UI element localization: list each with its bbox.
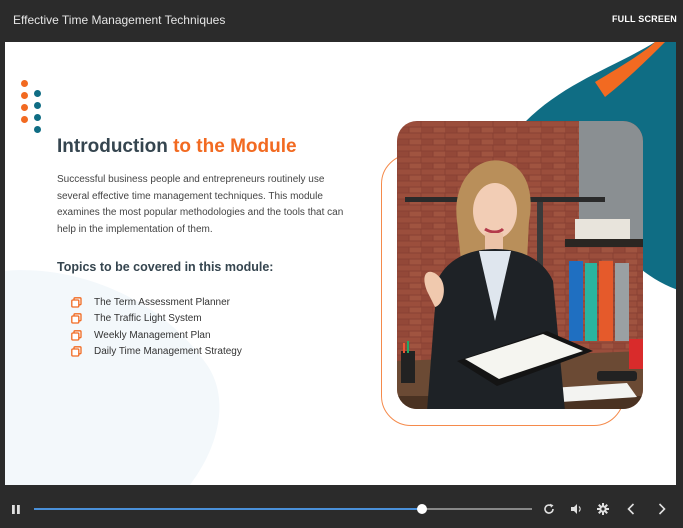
copy-icon [71, 346, 82, 357]
topic-label: The Traffic Light System [94, 313, 202, 325]
replay-icon[interactable] [543, 502, 555, 520]
list-item: The Term Assessment Planner [71, 294, 242, 311]
copy-icon [71, 296, 82, 308]
full-screen-button[interactable]: FULL SCREEN [612, 14, 677, 24]
topic-label: Weekly Management Plan [94, 329, 211, 341]
woman-reading-folder-photo [397, 121, 643, 409]
heading-main: Introduction [57, 136, 168, 157]
progress-scrubber[interactable] [34, 504, 532, 514]
topics-list: The Term Assessment Planner The Traffic … [71, 294, 242, 360]
list-item: Weekly Management Plan [71, 327, 242, 344]
intro-paragraph: Successful business people and entrepren… [57, 174, 344, 235]
gear-icon[interactable] [597, 502, 609, 520]
pause-icon[interactable] [11, 502, 21, 520]
topic-label: The Term Assessment Planner [94, 296, 230, 308]
slide-heading: Introduction to the Module [57, 136, 297, 158]
list-item: Daily Time Management Strategy [71, 344, 242, 361]
slide-canvas: Introduction to the Module Successful bu… [5, 42, 676, 485]
progress-handle[interactable] [417, 504, 428, 514]
topic-label: Daily Time Management Strategy [94, 346, 242, 358]
course-title: Effective Time Management Techniques [13, 13, 226, 27]
copy-icon [71, 313, 82, 324]
top-bar: Effective Time Management Techniques FUL… [0, 0, 683, 40]
volume-icon[interactable] [570, 502, 583, 520]
list-item: The Traffic Light System [71, 311, 242, 328]
player-controls-bar [0, 487, 683, 528]
progress-fill [34, 508, 423, 510]
topics-heading: Topics to be covered in this module: [57, 260, 274, 274]
chevron-right-icon[interactable] [658, 502, 666, 520]
chevron-left-icon[interactable] [627, 502, 635, 520]
copy-icon [71, 329, 82, 341]
heading-accent: to the Module [173, 136, 297, 157]
